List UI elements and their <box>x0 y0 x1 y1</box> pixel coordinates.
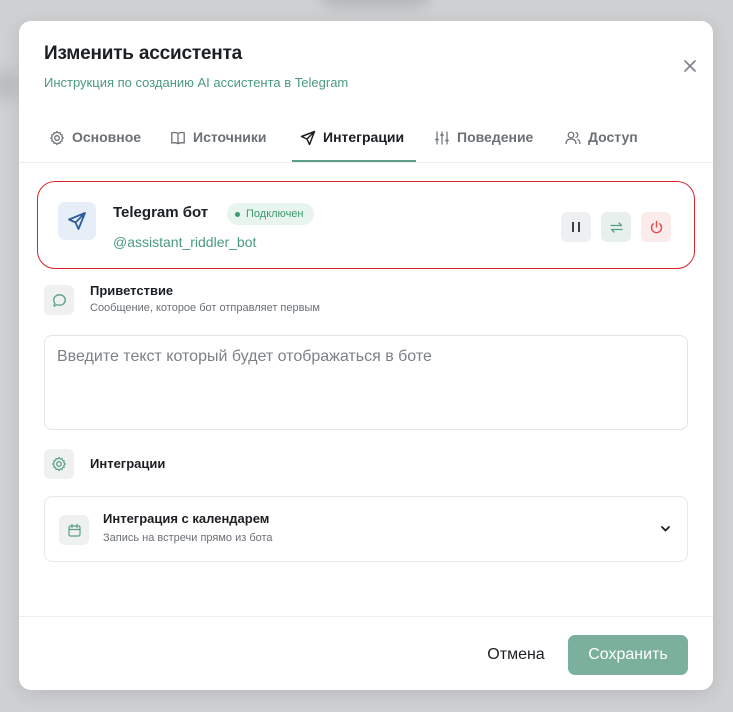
edit-assistant-modal: Изменить ассистента Инструкция по создан… <box>19 21 713 690</box>
gear-icon <box>50 130 64 146</box>
disconnect-button[interactable] <box>641 212 671 242</box>
message-icon <box>52 293 66 307</box>
calendar-integration-card[interactable]: Интеграция с календарем Запись на встреч… <box>44 496 688 562</box>
tab-bar: Основное Источники Интеграции Поведение <box>19 119 713 163</box>
tab-integrations[interactable]: Интеграции <box>291 119 417 163</box>
send-icon <box>68 212 86 230</box>
modal-footer: Отмена Сохранить <box>19 616 713 690</box>
book-icon <box>171 131 185 145</box>
greeting-icon-box <box>44 285 74 315</box>
calendar-integration-title: Интеграция с календарем <box>103 511 270 526</box>
status-label: Подключен <box>246 208 304 220</box>
tab-access-label: Доступ <box>588 129 638 145</box>
tab-behavior-label: Поведение <box>457 129 534 145</box>
telegram-bot-card: Telegram бот Подключен @assistant_riddle… <box>37 181 695 269</box>
status-dot <box>235 211 240 217</box>
close-icon <box>684 60 696 72</box>
integrations-icon-box <box>44 449 74 479</box>
cancel-button[interactable]: Отмена <box>471 635 561 675</box>
telegram-bot-name: Telegram бот <box>113 204 209 221</box>
reconnect-button[interactable] <box>601 212 631 242</box>
close-button[interactable] <box>679 55 701 77</box>
power-icon <box>650 220 662 233</box>
users-icon <box>565 131 581 145</box>
greeting-input[interactable] <box>44 335 688 430</box>
chevron-down-icon[interactable] <box>660 525 671 533</box>
tab-behavior[interactable]: Поведение <box>434 119 533 163</box>
calendar-icon-box <box>59 515 89 545</box>
integrations-title: Интеграции <box>90 456 166 471</box>
pause-icon <box>572 222 580 232</box>
tab-sources-label: Источники <box>193 129 267 145</box>
send-icon <box>300 130 316 146</box>
gear-icon <box>52 456 66 472</box>
backdrop-shape <box>0 70 20 100</box>
greeting-description: Сообщение, которое бот отправляет первым <box>90 302 320 314</box>
repeat-icon <box>609 221 623 233</box>
tab-general[interactable]: Основное <box>49 119 141 163</box>
backdrop <box>320 0 430 8</box>
modal-title: Изменить ассистента <box>44 43 243 64</box>
save-button[interactable]: Сохранить <box>568 635 688 675</box>
pause-button[interactable] <box>561 212 591 242</box>
status-badge: Подключен <box>227 203 314 225</box>
modal-header: Изменить ассистента Инструкция по создан… <box>44 43 688 90</box>
sliders-icon <box>435 131 449 145</box>
calendar-icon <box>67 523 81 537</box>
tab-access[interactable]: Доступ <box>565 119 638 163</box>
modal-subtitle[interactable]: Инструкция по созданию AI ассистента в T… <box>44 75 688 90</box>
greeting-title: Приветствие <box>90 283 174 298</box>
tab-integrations-label: Интеграции <box>323 129 405 145</box>
calendar-integration-description: Запись на встречи прямо из бота <box>103 532 273 544</box>
telegram-bot-handle[interactable]: @assistant_riddler_bot <box>113 234 256 250</box>
telegram-icon-box <box>58 202 96 240</box>
tab-general-label: Основное <box>72 129 142 145</box>
tab-sources[interactable]: Источники <box>170 119 267 163</box>
